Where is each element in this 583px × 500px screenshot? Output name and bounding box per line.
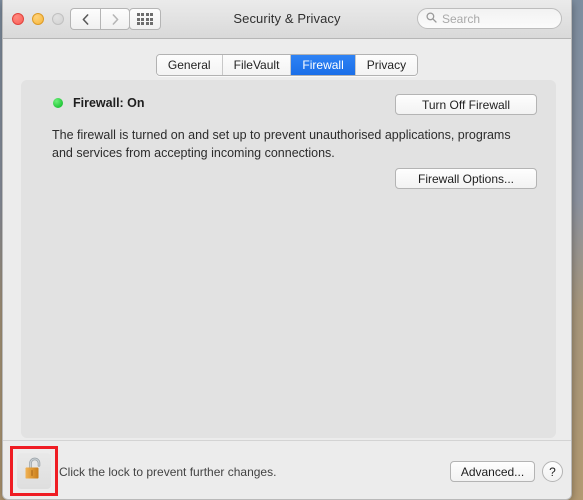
tab-group: General FileVault Firewall Privacy <box>155 54 419 76</box>
preferences-window: Security & Privacy Search General FileVa… <box>2 0 572 500</box>
tab-bar: General FileVault Firewall Privacy <box>3 54 571 76</box>
lock-highlight-box <box>10 446 58 496</box>
tab-general[interactable]: General <box>156 55 223 75</box>
bottom-bar: Click the lock to prevent further change… <box>3 440 571 499</box>
turn-off-firewall-button[interactable]: Turn Off Firewall <box>395 94 537 115</box>
tab-privacy[interactable]: Privacy <box>355 55 418 75</box>
firewall-options-button[interactable]: Firewall Options... <box>395 168 537 189</box>
search-field[interactable]: Search <box>417 8 562 29</box>
help-button[interactable]: ? <box>542 461 563 482</box>
tab-filevault[interactable]: FileVault <box>222 55 292 75</box>
status-indicator-dot <box>53 98 63 108</box>
search-icon <box>426 10 437 28</box>
search-placeholder: Search <box>442 11 481 26</box>
window-titlebar: Security & Privacy Search <box>3 0 571 39</box>
firewall-content-panel: Firewall: On Turn Off Firewall The firew… <box>21 80 556 438</box>
advanced-button[interactable]: Advanced... <box>450 461 535 482</box>
tab-firewall[interactable]: Firewall <box>291 55 356 75</box>
firewall-status-label: Firewall: On <box>73 96 145 110</box>
firewall-description: The firewall is turned on and set up to … <box>52 128 511 160</box>
lock-instruction-text: Click the lock to prevent further change… <box>59 465 277 479</box>
firewall-status-row: Firewall: On <box>53 96 145 110</box>
